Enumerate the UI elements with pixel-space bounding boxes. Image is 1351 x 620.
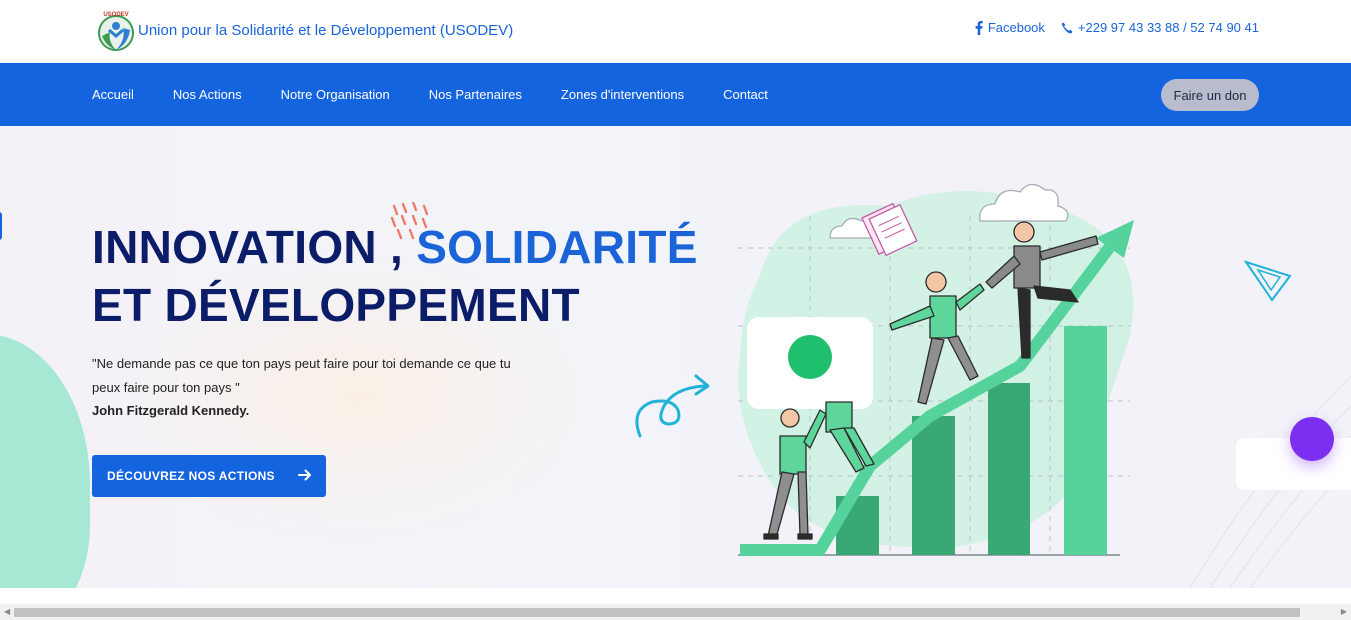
swirl-arrow-decoration [635,374,710,438]
facebook-label: Facebook [987,20,1045,35]
facebook-link[interactable]: Facebook [975,20,1045,35]
brand-name[interactable]: Union pour la Solidarité et le Développe… [138,22,513,39]
main-nav: Accueil Nos Actions Notre Organisation N… [0,63,1351,126]
cta-label: DÉCOUVREZ NOS ACTIONS [107,469,275,483]
scroll-right-icon[interactable]: ▶ [1341,607,1347,616]
phone-link[interactable]: +229 97 43 33 88 / 52 74 90 41 [1061,20,1259,35]
nav-item-contact[interactable]: Contact [723,87,768,102]
facebook-icon [975,20,983,35]
phone-icon [1061,22,1073,34]
decor-blob-left [0,334,90,588]
nav-item-nos-partenaires[interactable]: Nos Partenaires [429,87,522,102]
discover-actions-button[interactable]: DÉCOUVREZ NOS ACTIONS [92,455,326,497]
hero-quote: "Ne demande pas ce que ton pays peut fai… [92,356,511,395]
quote-author: John Fitzgerald Kennedy. [92,403,250,418]
hero-section: INNOVATION , SOLIDARITÉ ET DÉVELOPPEMENT… [0,126,1351,588]
contact-links: Facebook +229 97 43 33 88 / 52 74 90 41 [975,20,1259,35]
phone-number: +229 97 43 33 88 / 52 74 90 41 [1077,20,1259,35]
nav-item-notre-organisation[interactable]: Notre Organisation [281,87,390,102]
hero-title-line2: ET DÉVELOPPEMENT [92,279,580,331]
top-bar: USODEV Union pour la Solidarité et le Dé… [0,0,1351,63]
hero-title: INNOVATION , SOLIDARITÉ ET DÉVELOPPEMENT [92,218,698,334]
purple-dot-decoration [1290,417,1334,461]
arrow-right-icon [298,468,312,485]
nav-menu: Accueil Nos Actions Notre Organisation N… [92,63,768,126]
nav-item-nos-actions[interactable]: Nos Actions [173,87,242,102]
horizontal-scrollbar[interactable]: ◀ ▶ [0,604,1351,620]
logo-text: USODEV [103,12,128,18]
nav-item-zones[interactable]: Zones d'interventions [561,87,684,102]
donate-button[interactable]: Faire un don [1161,79,1259,111]
scrollbar-thumb[interactable] [14,608,1300,617]
hero-title-part1: INNOVATION , [92,221,417,273]
growth-illustration [738,183,1134,556]
decor-edge-mark [0,212,2,240]
nav-item-accueil[interactable]: Accueil [92,87,134,102]
triangle-ruler-decoration [1244,260,1292,302]
logo-icon[interactable]: USODEV [96,10,136,52]
scroll-left-icon[interactable]: ◀ [4,607,10,616]
